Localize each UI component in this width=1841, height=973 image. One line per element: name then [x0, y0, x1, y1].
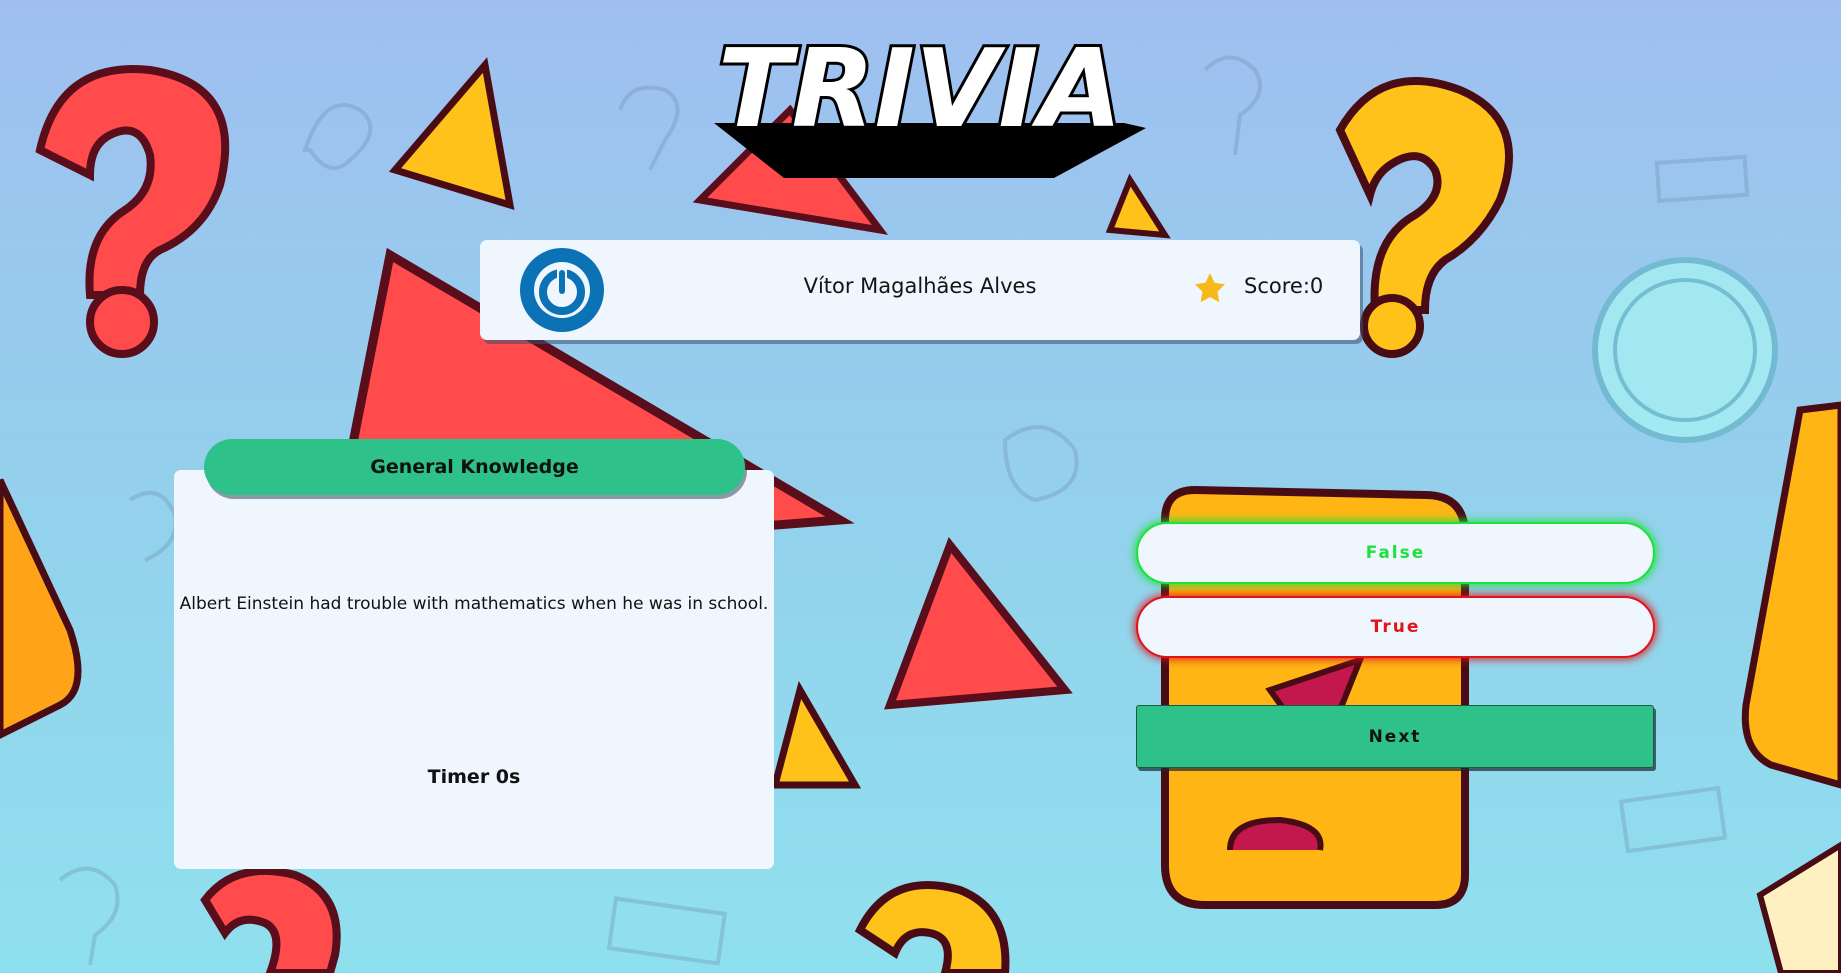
user-name: Vítor Magalhães Alves — [803, 274, 1037, 298]
star-icon — [1195, 273, 1225, 303]
category-header: General Knowledge — [204, 439, 745, 495]
question-text: Albert Einstein had trouble with mathema… — [179, 594, 769, 614]
next-button[interactable]: Next — [1136, 705, 1654, 768]
trivia-logo-graphic: TRIVIA — [714, 24, 1146, 178]
question-card — [174, 470, 774, 869]
score-label: Score:0 — [1244, 274, 1324, 298]
answer-false-button[interactable]: False — [1136, 522, 1655, 584]
timer-label: Timer 0s — [427, 766, 521, 788]
answer-true-button[interactable]: True — [1136, 596, 1655, 658]
user-bar: Vítor Magalhães Alves Score:0 — [480, 240, 1360, 340]
logo-text: TRIVIA — [718, 28, 1122, 152]
trivia-logo: TRIVIA — [694, 24, 1146, 183]
